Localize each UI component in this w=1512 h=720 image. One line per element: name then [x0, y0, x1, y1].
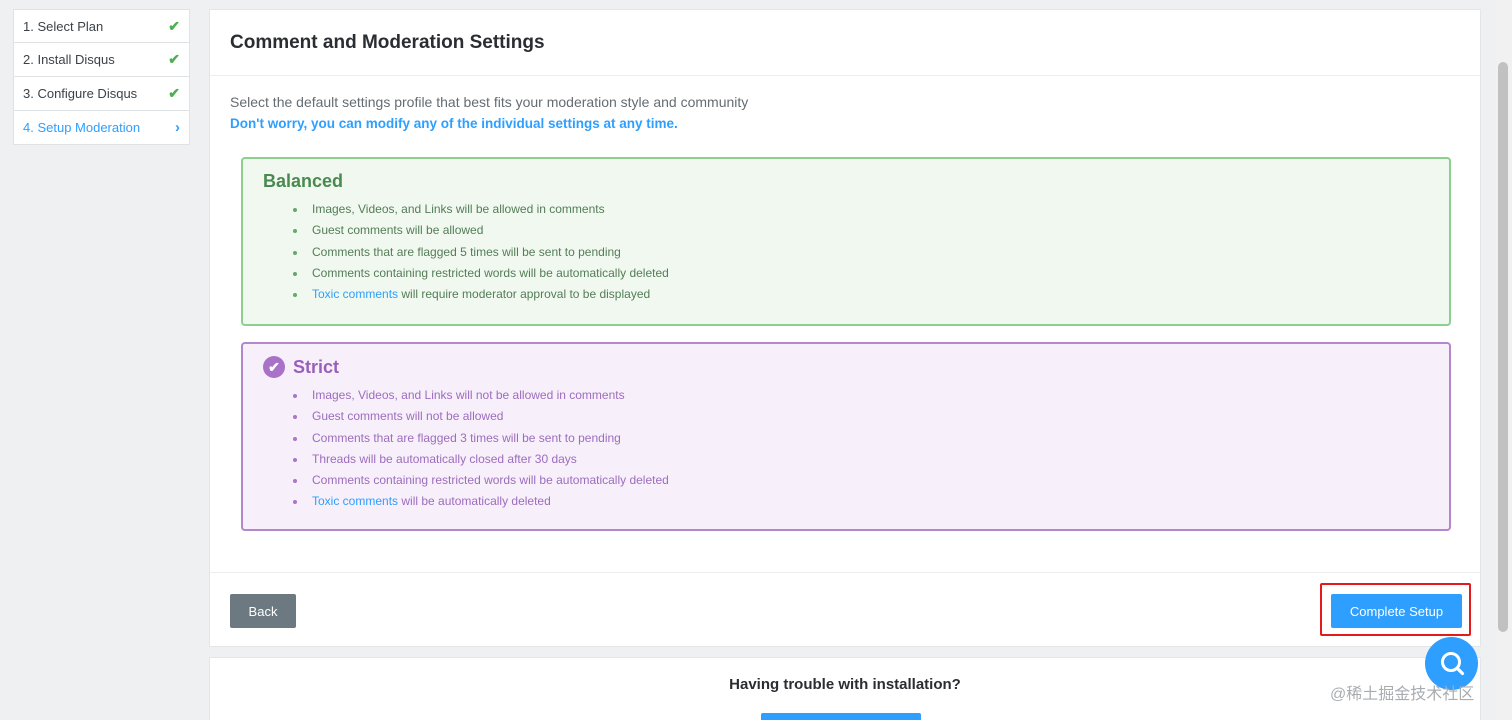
rule-text: will be automatically deleted: [398, 494, 551, 509]
intro-description: Select the default settings profile that…: [230, 94, 749, 110]
step-label: 4. Setup Moderation: [23, 120, 141, 135]
profile-rules: Images, Videos, and Links will be allowe…: [291, 199, 1449, 305]
checkmark-icon: ✔: [168, 17, 180, 34]
profile-rules: Images, Videos, and Links will not be al…: [291, 385, 1449, 513]
rule-item: Toxic comments will require moderator ap…: [291, 284, 1449, 305]
rule-item: Toxic comments will be automatically del…: [291, 491, 1449, 512]
step-install-disqus[interactable]: 2. Install Disqus ✔: [13, 43, 190, 77]
step-label: 3. Configure Disqus: [23, 86, 138, 101]
back-button[interactable]: Back: [230, 594, 296, 628]
rule-item: Threads will be automatically closed aft…: [291, 449, 1449, 470]
moderation-settings-panel: Comment and Moderation Settings Select t…: [209, 9, 1481, 647]
footer-divider: [210, 572, 1480, 573]
rule-item: Comments that are flagged 5 times will b…: [291, 242, 1449, 263]
step-label: 2. Install Disqus: [23, 52, 115, 67]
rule-item: Guest comments will be allowed: [291, 220, 1449, 241]
step-configure-disqus[interactable]: 3. Configure Disqus ✔: [13, 77, 190, 111]
help-panel: Having trouble with installation?: [209, 657, 1481, 720]
step-setup-moderation[interactable]: 4. Setup Moderation ›: [13, 111, 190, 145]
toxic-comments-link[interactable]: Toxic comments: [312, 287, 398, 301]
intro-note: Don't worry, you can modify any of the i…: [230, 116, 678, 131]
intro: Select the default settings profile that…: [230, 94, 748, 131]
watermark: @稀土掘金技术社区: [1330, 686, 1475, 703]
help-title: Having trouble with installation?: [729, 676, 961, 693]
complete-setup-button[interactable]: Complete Setup: [1331, 594, 1462, 628]
checkmark-icon: ✔: [168, 85, 180, 101]
selected-check-icon: ✔: [263, 356, 285, 378]
panel-header: Comment and Moderation Settings: [210, 10, 1480, 76]
scrollbar-thumb[interactable]: [1498, 62, 1508, 632]
help-button[interactable]: [761, 713, 921, 720]
steps-sidebar: 1. Select Plan ✔ 2. Install Disqus ✔ 3. …: [13, 9, 190, 145]
rule-item: Guest comments will not be allowed: [291, 406, 1449, 427]
profile-heading: ✔ Strict: [263, 356, 1449, 378]
profile-card-balanced[interactable]: Balanced Images, Videos, and Links will …: [241, 157, 1451, 326]
checkmark-icon: ✔: [168, 51, 180, 67]
rule-item: Comments containing restricted words wil…: [291, 470, 1449, 491]
step-select-plan[interactable]: 1. Select Plan ✔: [13, 9, 190, 43]
rule-item: Images, Videos, and Links will not be al…: [291, 385, 1449, 406]
chevron-right-icon: ›: [175, 119, 180, 136]
toxic-comments-link[interactable]: Toxic comments: [312, 494, 398, 508]
rule-item: Comments that are flagged 3 times will b…: [291, 428, 1449, 449]
rule-text: will require moderator approval to be di…: [398, 287, 651, 302]
chat-search-icon: [1440, 651, 1464, 675]
profile-card-strict[interactable]: ✔ Strict Images, Videos, and Links will …: [241, 342, 1451, 531]
page-title: Comment and Moderation Settings: [230, 31, 545, 53]
rule-item: Images, Videos, and Links will be allowe…: [291, 199, 1449, 220]
rule-item: Comments containing restricted words wil…: [291, 263, 1449, 284]
profile-title: Balanced: [263, 171, 344, 191]
step-label: 1. Select Plan: [23, 18, 104, 34]
profile-title: Strict: [293, 356, 340, 377]
